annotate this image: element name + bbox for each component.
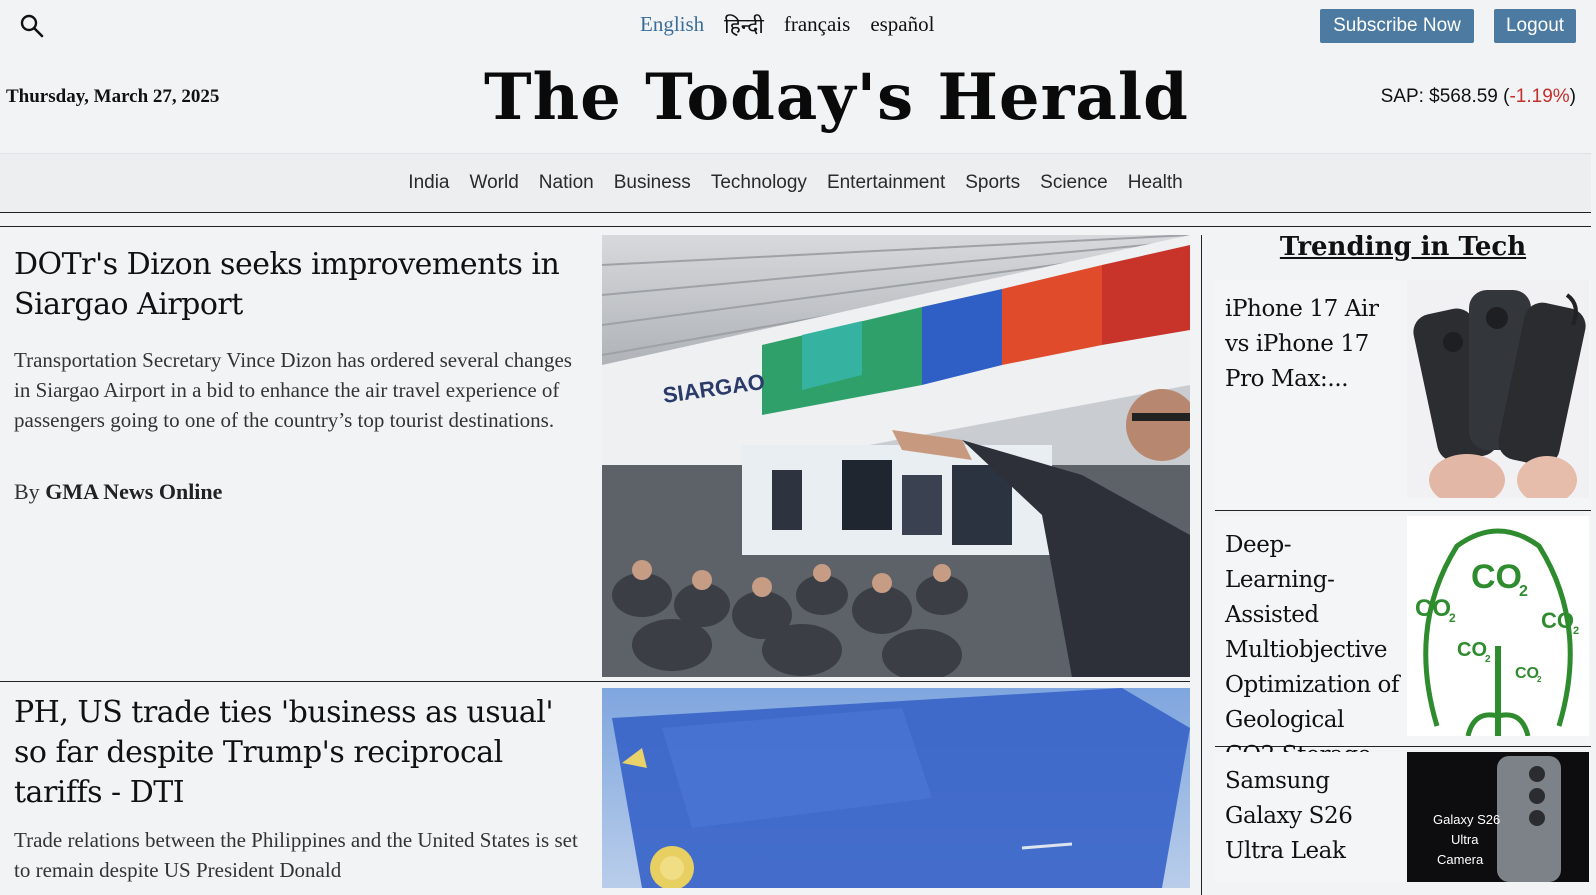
stock-ticker: SAP: $568.59 (-1.19%)	[1381, 86, 1576, 108]
trending-item-image[interactable]: CO 2 CO 2 CO 2 CO 2 CO 2	[1407, 516, 1589, 736]
nav-item-nation[interactable]: Nation	[539, 172, 594, 194]
search-icon[interactable]	[18, 12, 46, 40]
masthead-logo[interactable]: The Today's Herald	[484, 50, 1188, 146]
article-card: DOTr's Dizon seeks improvements in Siarg…	[0, 235, 1190, 682]
trending-item-image[interactable]: Galaxy S26 Ultra Camera	[1407, 752, 1589, 882]
subscribe-button[interactable]: Subscribe Now	[1320, 9, 1474, 43]
sidebar-title[interactable]: Trending in Tech	[1215, 232, 1591, 262]
language-selector: English हिन्दी français español	[640, 12, 934, 40]
image-caption: Camera	[1437, 852, 1484, 867]
divider	[0, 226, 1591, 227]
trending-item[interactable]: Deep-Learning-Assisted Multiobjective Op…	[1215, 516, 1591, 803]
svg-text:CO: CO	[1457, 639, 1487, 661]
article-card: PH, US trade ties 'business as usual' so…	[0, 688, 1190, 888]
language-english[interactable]: English	[640, 12, 704, 40]
svg-text:2: 2	[1573, 625, 1579, 637]
nav-item-health[interactable]: Health	[1128, 172, 1183, 194]
svg-text:2: 2	[1449, 611, 1456, 625]
article-image[interactable]	[602, 688, 1190, 888]
svg-text:CO: CO	[1471, 558, 1522, 596]
trending-item-title[interactable]: iPhone 17 Air vs iPhone 17 Pro Max:...	[1225, 292, 1400, 397]
trending-item-title[interactable]: Samsung Galaxy S26 Ultra Leak	[1225, 764, 1400, 869]
nav-item-science[interactable]: Science	[1040, 172, 1108, 194]
nav-item-india[interactable]: India	[408, 172, 449, 194]
svg-text:2: 2	[1519, 583, 1528, 600]
svg-text:CO: CO	[1415, 595, 1451, 622]
byline-prefix: By	[14, 479, 46, 504]
svg-text:2: 2	[1537, 675, 1542, 684]
nav-item-sports[interactable]: Sports	[965, 172, 1020, 194]
language-french[interactable]: français	[784, 12, 850, 40]
stock-label: SAP: $568.59 (	[1380, 86, 1510, 107]
language-hindi[interactable]: हिन्दी	[724, 12, 764, 40]
language-spanish[interactable]: español	[870, 12, 934, 40]
svg-text:CO: CO	[1515, 665, 1539, 682]
article-summary: Transportation Secretary Vince Dizon has…	[14, 348, 572, 432]
image-caption: Ultra	[1451, 832, 1479, 847]
svg-text:2: 2	[1485, 654, 1491, 665]
nav-item-technology[interactable]: Technology	[711, 172, 807, 194]
main-nav: India World Nation Business Technology E…	[0, 153, 1591, 213]
trending-item-image[interactable]	[1407, 280, 1589, 498]
stock-change: -1.19%	[1509, 86, 1570, 107]
article-source[interactable]: GMA News Online	[45, 479, 222, 504]
nav-item-entertainment[interactable]: Entertainment	[827, 172, 945, 194]
trending-item[interactable]: iPhone 17 Air vs iPhone 17 Pro Max:...	[1215, 280, 1591, 511]
article-summary: Trade relations between the Philippines …	[14, 828, 578, 882]
logout-button[interactable]: Logout	[1494, 9, 1576, 43]
top-bar: English हिन्दी français español Subscrib…	[0, 0, 1596, 50]
image-caption: Galaxy S26	[1433, 812, 1500, 827]
current-date: Thursday, March 27, 2025	[6, 86, 220, 107]
article-headline[interactable]: PH, US trade ties 'business as usual' so…	[14, 693, 574, 813]
trending-item[interactable]: Samsung Galaxy S26 Ultra Leak Galaxy S26…	[1215, 752, 1591, 882]
article-image[interactable]: SIARGAO	[602, 235, 1190, 677]
nav-item-business[interactable]: Business	[614, 172, 691, 194]
svg-text:CO: CO	[1541, 608, 1574, 633]
column-divider	[1201, 235, 1202, 895]
article-byline: By GMA News Online	[14, 479, 222, 505]
stock-close: )	[1569, 86, 1576, 107]
nav-item-world[interactable]: World	[470, 172, 519, 194]
article-headline[interactable]: DOTr's Dizon seeks improvements in Siarg…	[14, 245, 574, 325]
